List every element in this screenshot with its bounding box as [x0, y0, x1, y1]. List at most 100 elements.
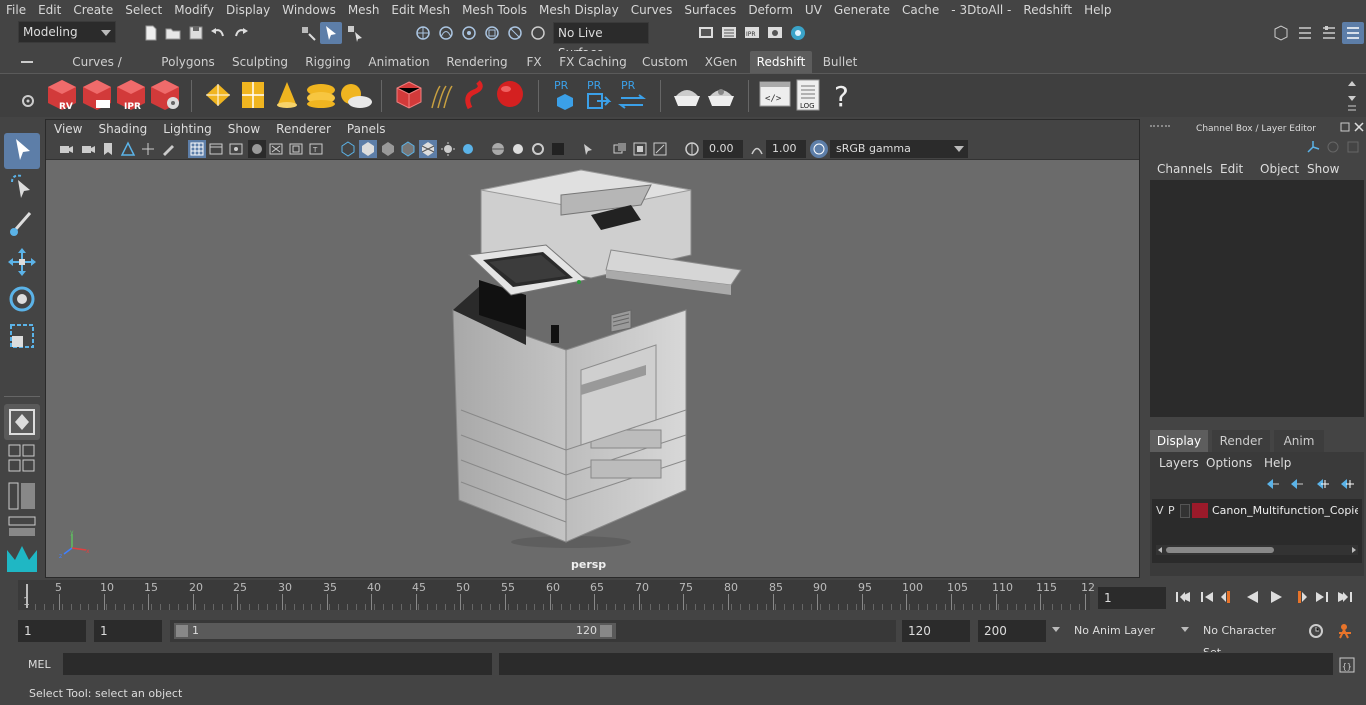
shadows-icon[interactable] — [460, 141, 476, 157]
redshift-help-icon[interactable]: ? — [826, 78, 860, 112]
viewport-menu-lighting[interactable]: Lighting — [155, 120, 220, 138]
menu-redshift[interactable]: Redshift — [1017, 0, 1078, 20]
menu-3dtoall[interactable]: - 3DtoAll - — [945, 0, 1017, 20]
menu-deform[interactable]: Deform — [742, 0, 799, 20]
open-scene-icon[interactable] — [164, 24, 182, 42]
tab-rigging[interactable]: Rigging — [301, 51, 355, 73]
xray-joints-icon[interactable] — [632, 141, 648, 157]
make-live-icon[interactable] — [529, 24, 547, 42]
go-to-start-icon[interactable] — [1174, 589, 1192, 605]
isolate-select-icon[interactable] — [580, 141, 596, 157]
redshift-render-settings-icon[interactable] — [148, 78, 182, 112]
redshift-light-portal-icon[interactable] — [236, 78, 270, 112]
help-menu[interactable]: Help — [1264, 456, 1291, 470]
layer-scrollbar[interactable] — [1156, 545, 1358, 555]
color-space-dropdown[interactable]: sRGB gamma — [830, 140, 968, 158]
new-layer-icon[interactable] — [1315, 477, 1331, 491]
layer-name[interactable]: Canon_Multifunction_Copier — [1212, 504, 1358, 517]
time-slider[interactable]: 1 51015202530354045505560657075808590951… — [18, 580, 1095, 610]
menu-mesh[interactable]: Mesh — [342, 0, 386, 20]
tab-xgen[interactable]: XGen — [700, 51, 742, 73]
range-slider[interactable]: 1 120 — [170, 620, 896, 642]
use-all-lights-icon[interactable] — [440, 141, 456, 157]
redshift-log-icon[interactable]: LOG — [792, 78, 826, 112]
shelf-settings-gear-icon[interactable] — [21, 94, 35, 108]
tab-redshift[interactable]: Redshift — [750, 51, 812, 73]
persp-graph-layout-icon[interactable] — [8, 516, 36, 536]
save-scene-icon[interactable] — [187, 24, 205, 42]
menu-modify[interactable]: Modify — [168, 0, 220, 20]
render-sequence-icon[interactable] — [720, 24, 738, 42]
persp-outliner-layout-icon[interactable] — [8, 482, 36, 510]
redshift-render-view-icon[interactable]: RV — [45, 78, 79, 112]
redshift-sun-sky-icon[interactable] — [338, 78, 372, 112]
menu-curves[interactable]: Curves — [625, 0, 679, 20]
tab-animation[interactable]: Animation — [364, 51, 434, 73]
mode-selector[interactable]: Modeling — [18, 21, 116, 43]
redshift-pr-swap-icon[interactable]: PR — [617, 78, 647, 112]
menu-display[interactable]: Display — [220, 0, 276, 20]
redshift-light-spot-icon[interactable] — [270, 78, 304, 112]
redshift-hair-icon[interactable] — [426, 78, 460, 112]
3d-scene[interactable]: y x z persp — [46, 160, 1139, 577]
menu-create[interactable]: Create — [67, 0, 119, 20]
tab-display-layers[interactable]: Display — [1150, 430, 1208, 452]
menu-cache[interactable]: Cache — [896, 0, 945, 20]
tab-bullet[interactable]: Bullet — [818, 51, 862, 73]
shelf-menu-icon[interactable] — [21, 61, 33, 63]
copier-model[interactable] — [441, 160, 751, 550]
layer-color-swatch[interactable] — [1192, 503, 1208, 518]
current-time-marker[interactable] — [26, 584, 28, 608]
close-icon[interactable] — [1354, 122, 1364, 132]
channel-box-toggle-button[interactable] — [1342, 22, 1364, 44]
channel-list-area[interactable] — [1150, 180, 1364, 417]
anti-aliasing-icon[interactable] — [530, 141, 546, 157]
redshift-ipr-icon[interactable]: IPR — [114, 78, 148, 112]
layers-menu[interactable]: Layers — [1159, 456, 1199, 470]
script-language-toggle[interactable]: MEL — [28, 658, 51, 671]
safe-title-icon[interactable]: T — [308, 141, 324, 157]
redshift-sphere-icon[interactable] — [494, 78, 528, 112]
menu-mesh-tools[interactable]: Mesh Tools — [456, 0, 533, 20]
rotate-tool-button[interactable] — [4, 281, 40, 317]
select-tool-button[interactable] — [4, 133, 40, 169]
step-back-key-icon[interactable] — [1220, 589, 1238, 605]
layer-type-toggle[interactable] — [1180, 504, 1190, 518]
step-back-frame-icon[interactable] — [1198, 589, 1216, 605]
bookmark-icon[interactable] — [100, 141, 116, 157]
scrollbar-thumb[interactable] — [1166, 547, 1274, 553]
move-tool-button[interactable] — [4, 244, 40, 280]
play-forwards-icon[interactable] — [1267, 589, 1285, 605]
layer-playback-toggle[interactable]: P — [1168, 504, 1175, 517]
show-menu[interactable]: Show — [1307, 162, 1339, 176]
redshift-light-area-icon[interactable] — [201, 78, 235, 112]
wireframe-on-shaded-icon[interactable] — [400, 141, 416, 157]
redshift-bake-set-icon[interactable] — [704, 78, 738, 112]
viewport-menu-panels[interactable]: Panels — [339, 120, 394, 138]
redshift-pr-export-icon[interactable]: PR — [583, 78, 613, 112]
channels-menu[interactable]: Channels — [1157, 162, 1213, 176]
render-settings-icon[interactable] — [766, 24, 784, 42]
play-backwards-icon[interactable] — [1244, 589, 1262, 605]
screen-space-ao-icon[interactable] — [490, 141, 506, 157]
snap-projected-center-icon[interactable] — [483, 24, 501, 42]
scroll-right-icon[interactable] — [1350, 546, 1358, 554]
resolution-gate-icon[interactable] — [228, 141, 244, 157]
tab-fx[interactable]: FX — [520, 51, 548, 73]
workspace-icon[interactable] — [1272, 24, 1290, 42]
redshift-ies-light-icon[interactable] — [304, 78, 338, 112]
color-management-toggle[interactable] — [810, 140, 828, 158]
field-chart-icon[interactable] — [268, 141, 284, 157]
grease-pencil-icon[interactable] — [160, 141, 176, 157]
viewport-menu-shading[interactable]: Shading — [90, 120, 155, 138]
snap-view-plane-icon[interactable] — [506, 24, 524, 42]
redshift-volume-icon[interactable] — [460, 78, 494, 112]
character-set-dropdown[interactable]: No Character Set — [1197, 620, 1297, 659]
hypershade-icon[interactable] — [789, 24, 807, 42]
edit-menu[interactable]: Edit — [1220, 162, 1243, 176]
menu-windows[interactable]: Windows — [276, 0, 342, 20]
image-plane-icon[interactable] — [120, 141, 136, 157]
anim-layer-dropdown[interactable]: No Anim Layer — [1068, 620, 1186, 642]
tab-rendering[interactable]: Rendering — [444, 51, 510, 73]
lasso-tool-button[interactable] — [4, 170, 40, 206]
